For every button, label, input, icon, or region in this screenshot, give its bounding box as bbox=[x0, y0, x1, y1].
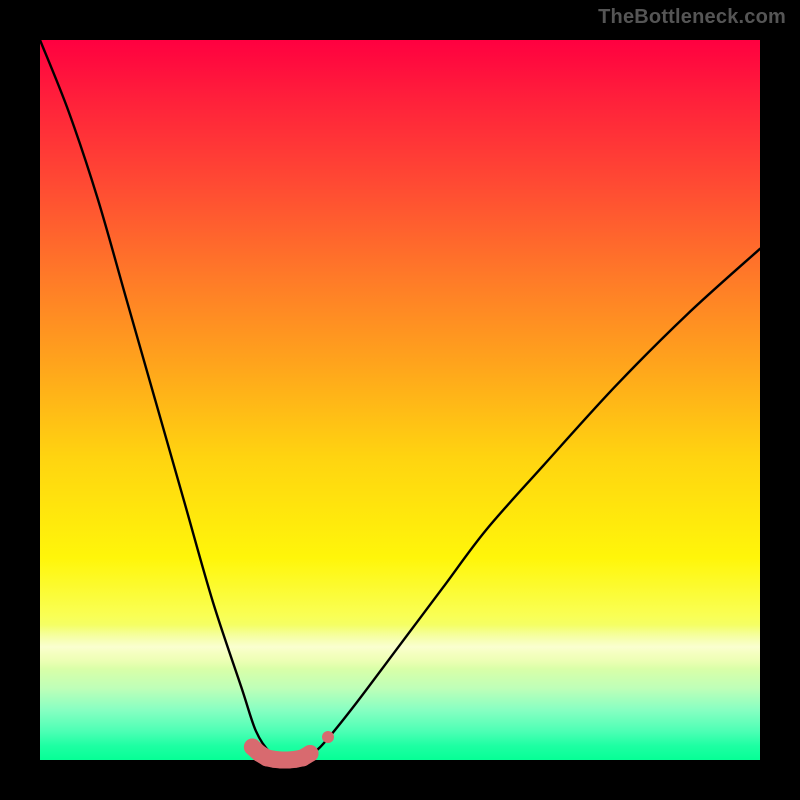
chart-container: TheBottleneck.com bbox=[0, 0, 800, 800]
watermark-label: TheBottleneck.com bbox=[598, 6, 786, 29]
plot-gradient-background bbox=[40, 40, 760, 760]
